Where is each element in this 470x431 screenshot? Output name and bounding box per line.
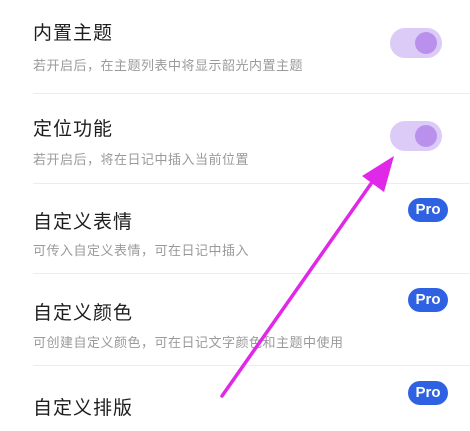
custom-color-title: 自定义颜色 [33, 302, 134, 324]
row-divider [33, 273, 470, 274]
row-divider [33, 93, 470, 94]
annotation-arrow-shaft [220, 176, 377, 398]
toggle-knob [415, 32, 437, 54]
custom-layout-pro-badge[interactable]: Pro [408, 381, 448, 405]
settings-screen: 内置主题 若开启后，在主题列表中将显示韶光内置主题 定位功能 若开启后，将在日记… [0, 0, 470, 431]
annotation-arrow-head [362, 156, 394, 192]
location-title: 定位功能 [33, 118, 114, 140]
custom-color-pro-badge[interactable]: Pro [408, 288, 448, 312]
row-divider [33, 183, 470, 184]
builtin-theme-title: 内置主题 [33, 22, 114, 44]
row-divider [33, 365, 470, 366]
toggle-knob [415, 125, 437, 147]
location-description: 若开启后，将在日记中插入当前位置 [33, 153, 250, 168]
custom-emoji-description: 可传入自定义表情，可在日记中插入 [33, 244, 250, 259]
custom-emoji-pro-badge[interactable]: Pro [408, 198, 448, 222]
builtin-theme-toggle[interactable] [390, 28, 442, 58]
builtin-theme-description: 若开启后，在主题列表中将显示韶光内置主题 [33, 59, 304, 74]
custom-layout-title: 自定义排版 [33, 397, 134, 419]
custom-color-description: 可创建自定义颜色，可在日记文字颜色和主题中使用 [33, 336, 344, 351]
custom-emoji-title: 自定义表情 [33, 211, 134, 233]
location-toggle[interactable] [390, 121, 442, 151]
